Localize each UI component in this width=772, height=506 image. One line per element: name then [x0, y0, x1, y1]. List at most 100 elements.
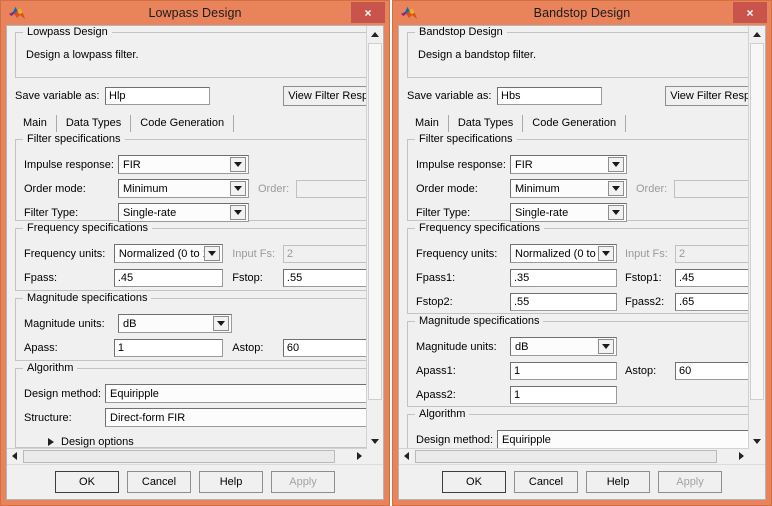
filter-type-row: Filter Type: Single-rate — [24, 201, 383, 224]
vertical-scrollbar[interactable] — [366, 26, 383, 464]
save-variable-input[interactable]: Hlp — [105, 87, 210, 105]
tab-data-types[interactable]: Data Types — [57, 115, 132, 132]
scroll-left-icon[interactable] — [399, 449, 414, 463]
fstop2-input[interactable]: .55 — [510, 292, 617, 311]
save-variable-label: Save variable as: — [15, 90, 100, 102]
scroll-left-icon[interactable] — [7, 449, 22, 463]
frequency-specifications-group: Frequency specifications Frequency units… — [15, 222, 383, 291]
screen: Lowpass Design × Lowpass Design Design a… — [0, 0, 772, 506]
apass2-input[interactable]: 1 — [510, 385, 617, 404]
tab-main[interactable]: Main — [408, 115, 449, 132]
magnitude-specifications-group: Magnitude specifications Magnitude units… — [407, 315, 765, 407]
impulse-response-label: Impulse response: — [24, 158, 114, 171]
frequency-units-label: Frequency units: — [416, 247, 498, 260]
scroll-pane: Lowpass Design Design a lowpass filter. … — [7, 26, 383, 464]
magnitude-units-row: Magnitude units: dB — [416, 335, 765, 358]
group-label: Algorithm — [23, 362, 78, 374]
impulse-response-value: FIR — [123, 158, 141, 171]
horizontal-scroll-thumb[interactable] — [415, 450, 717, 463]
close-icon[interactable]: × — [733, 2, 767, 23]
scroll-right-icon[interactable] — [352, 449, 367, 463]
chevron-down-icon[interactable] — [598, 246, 614, 261]
tab-bar: Main Data Types Code Generation — [408, 113, 765, 132]
order-label: Order: — [258, 182, 290, 195]
magnitude-units-select[interactable]: dB — [510, 337, 617, 356]
ok-button[interactable]: OK — [442, 471, 506, 493]
order-mode-select[interactable]: Minimum — [510, 179, 627, 198]
horizontal-scrollbar[interactable] — [399, 448, 749, 464]
apass1-astop-row: Apass1: 1 Astop: 60 — [416, 359, 765, 382]
frequency-units-select[interactable]: Normalized (0 to 1) — [510, 244, 617, 263]
cancel-button[interactable]: Cancel — [514, 471, 578, 493]
magnitude-units-select[interactable]: dB — [118, 314, 232, 333]
fpass1-input[interactable]: .35 — [510, 268, 617, 287]
titlebar[interactable]: Bandstop Design × — [393, 1, 771, 25]
fpass-label: Fpass: — [24, 271, 58, 284]
horizontal-scrollbar[interactable] — [7, 448, 367, 464]
fstop2-label: Fstop2: — [416, 295, 453, 308]
chevron-down-icon[interactable] — [608, 205, 624, 220]
frequency-units-value: Normalized (0 to 1) — [515, 247, 598, 260]
chevron-down-icon[interactable] — [213, 316, 229, 331]
apply-button[interactable]: Apply — [658, 471, 722, 493]
design-method-select[interactable]: Equiripple — [497, 430, 765, 449]
design-method-select[interactable]: Equiripple — [105, 384, 383, 403]
horizontal-scroll-thumb[interactable] — [23, 450, 335, 463]
order-mode-select[interactable]: Minimum — [118, 179, 249, 198]
filter-specifications-group: Filter specifications Impulse response: … — [15, 133, 383, 224]
impulse-response-select[interactable]: FIR — [118, 155, 249, 174]
impulse-response-row: Impulse response: FIR — [24, 153, 383, 176]
scroll-down-icon[interactable] — [367, 433, 383, 449]
window-title: Bandstop Design — [533, 6, 631, 20]
chevron-right-icon — [48, 438, 54, 446]
chevron-down-icon[interactable] — [608, 157, 624, 172]
filter-type-label: Filter Type: — [24, 206, 79, 219]
impulse-response-select[interactable]: FIR — [510, 155, 627, 174]
scroll-content: Lowpass Design Design a lowpass filter. … — [7, 26, 383, 448]
tab-main[interactable]: Main — [16, 115, 57, 132]
titlebar[interactable]: Lowpass Design × — [1, 1, 389, 25]
dialog-client-area: Lowpass Design Design a lowpass filter. … — [6, 25, 384, 500]
chevron-down-icon[interactable] — [230, 181, 246, 196]
cancel-button[interactable]: Cancel — [127, 471, 191, 493]
scroll-right-icon[interactable] — [734, 449, 749, 463]
filter-type-select[interactable]: Single-rate — [118, 203, 249, 222]
apass1-input[interactable]: 1 — [510, 361, 617, 380]
apass1-label: Apass1: — [416, 364, 456, 377]
apply-button[interactable]: Apply — [271, 471, 335, 493]
design-options-expander[interactable]: Design options — [48, 436, 383, 448]
tab-code-generation[interactable]: Code Generation — [131, 115, 235, 132]
chevron-down-icon[interactable] — [204, 246, 221, 261]
scroll-up-icon[interactable] — [367, 26, 383, 42]
vertical-scroll-thumb[interactable] — [368, 43, 382, 400]
fpass-input[interactable]: .45 — [113, 268, 224, 287]
filter-type-select[interactable]: Single-rate — [510, 203, 627, 222]
chevron-down-icon[interactable] — [608, 181, 624, 196]
group-label: Bandstop Design — [415, 26, 507, 38]
tab-code-generation[interactable]: Code Generation — [523, 115, 627, 132]
frequency-units-select[interactable]: Normalized (0 to 1) — [113, 244, 224, 263]
vertical-scroll-thumb[interactable] — [750, 43, 764, 400]
ok-button[interactable]: OK — [55, 471, 119, 493]
save-variable-input[interactable]: Hbs — [497, 87, 602, 105]
magnitude-units-value: dB — [123, 317, 137, 330]
scroll-up-icon[interactable] — [749, 26, 765, 42]
order-mode-row: Order mode: Minimum Order: — [24, 177, 383, 200]
tab-data-types[interactable]: Data Types — [449, 115, 524, 132]
input-fs-label: Input Fs: — [232, 247, 275, 260]
structure-select[interactable]: Direct-form FIR — [105, 408, 383, 427]
chevron-down-icon[interactable] — [230, 205, 246, 220]
group-label: Filter specifications — [23, 133, 125, 145]
help-button[interactable]: Help — [586, 471, 650, 493]
filter-type-row: Filter Type: Single-rate — [416, 201, 765, 224]
help-button[interactable]: Help — [199, 471, 263, 493]
scroll-down-icon[interactable] — [749, 433, 765, 449]
close-icon[interactable]: × — [351, 2, 385, 23]
design-description: Design a bandstop filter. — [418, 49, 537, 61]
chevron-down-icon[interactable] — [230, 157, 246, 172]
chevron-down-icon[interactable] — [598, 339, 614, 354]
vertical-scrollbar[interactable] — [748, 26, 765, 464]
dialog-button-bar: OK Cancel Help Apply — [399, 464, 765, 499]
apass-input[interactable]: 1 — [113, 338, 224, 357]
apass2-row: Apass2: 1 — [416, 383, 765, 406]
